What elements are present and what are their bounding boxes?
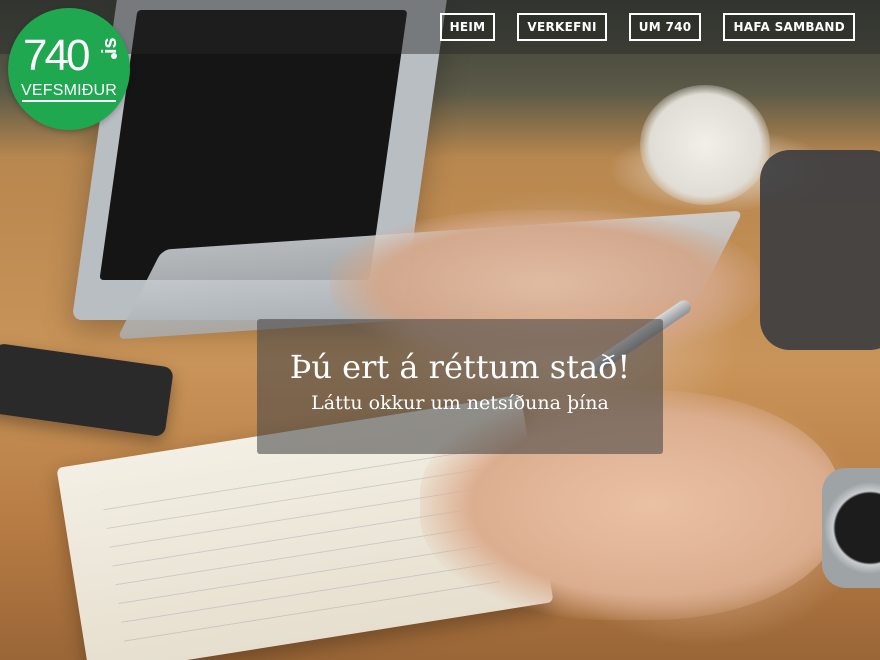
hero-tagline-box: Þú ert á réttum stað! Láttu okkur um net…: [257, 319, 663, 454]
nav-home-link[interactable]: HEIM: [439, 13, 496, 41]
logo-suffix: is: [99, 37, 121, 54]
hero-section: HEIM VERKEFNI UM 740 HAFA SAMBAND 740 is…: [0, 0, 880, 660]
top-navigation-bar: HEIM VERKEFNI UM 740 HAFA SAMBAND: [0, 0, 880, 54]
logo-number: 740: [23, 31, 90, 80]
wristwatch-image: [822, 468, 880, 588]
phone-image: [0, 342, 174, 438]
nav-contact-link[interactable]: HAFA SAMBAND: [723, 13, 855, 41]
logo-dot: [111, 53, 117, 59]
coffee-cup-image: [640, 85, 770, 205]
sleeve-image: [760, 150, 880, 350]
hero-headline: Þú ert á réttum stað!: [289, 348, 631, 386]
site-logo[interactable]: 740 is VEFSMIÐUR: [8, 8, 130, 130]
logo-underline: [22, 100, 116, 102]
logo-subtitle: VEFSMIÐUR: [21, 82, 118, 99]
nav-about-link[interactable]: UM 740: [628, 13, 702, 41]
nav-projects-link[interactable]: VERKEFNI: [517, 13, 607, 41]
main-nav: HEIM VERKEFNI UM 740 HAFA SAMBAND: [439, 13, 855, 41]
hero-subheadline: Láttu okkur um netsíðuna þína: [311, 392, 609, 414]
